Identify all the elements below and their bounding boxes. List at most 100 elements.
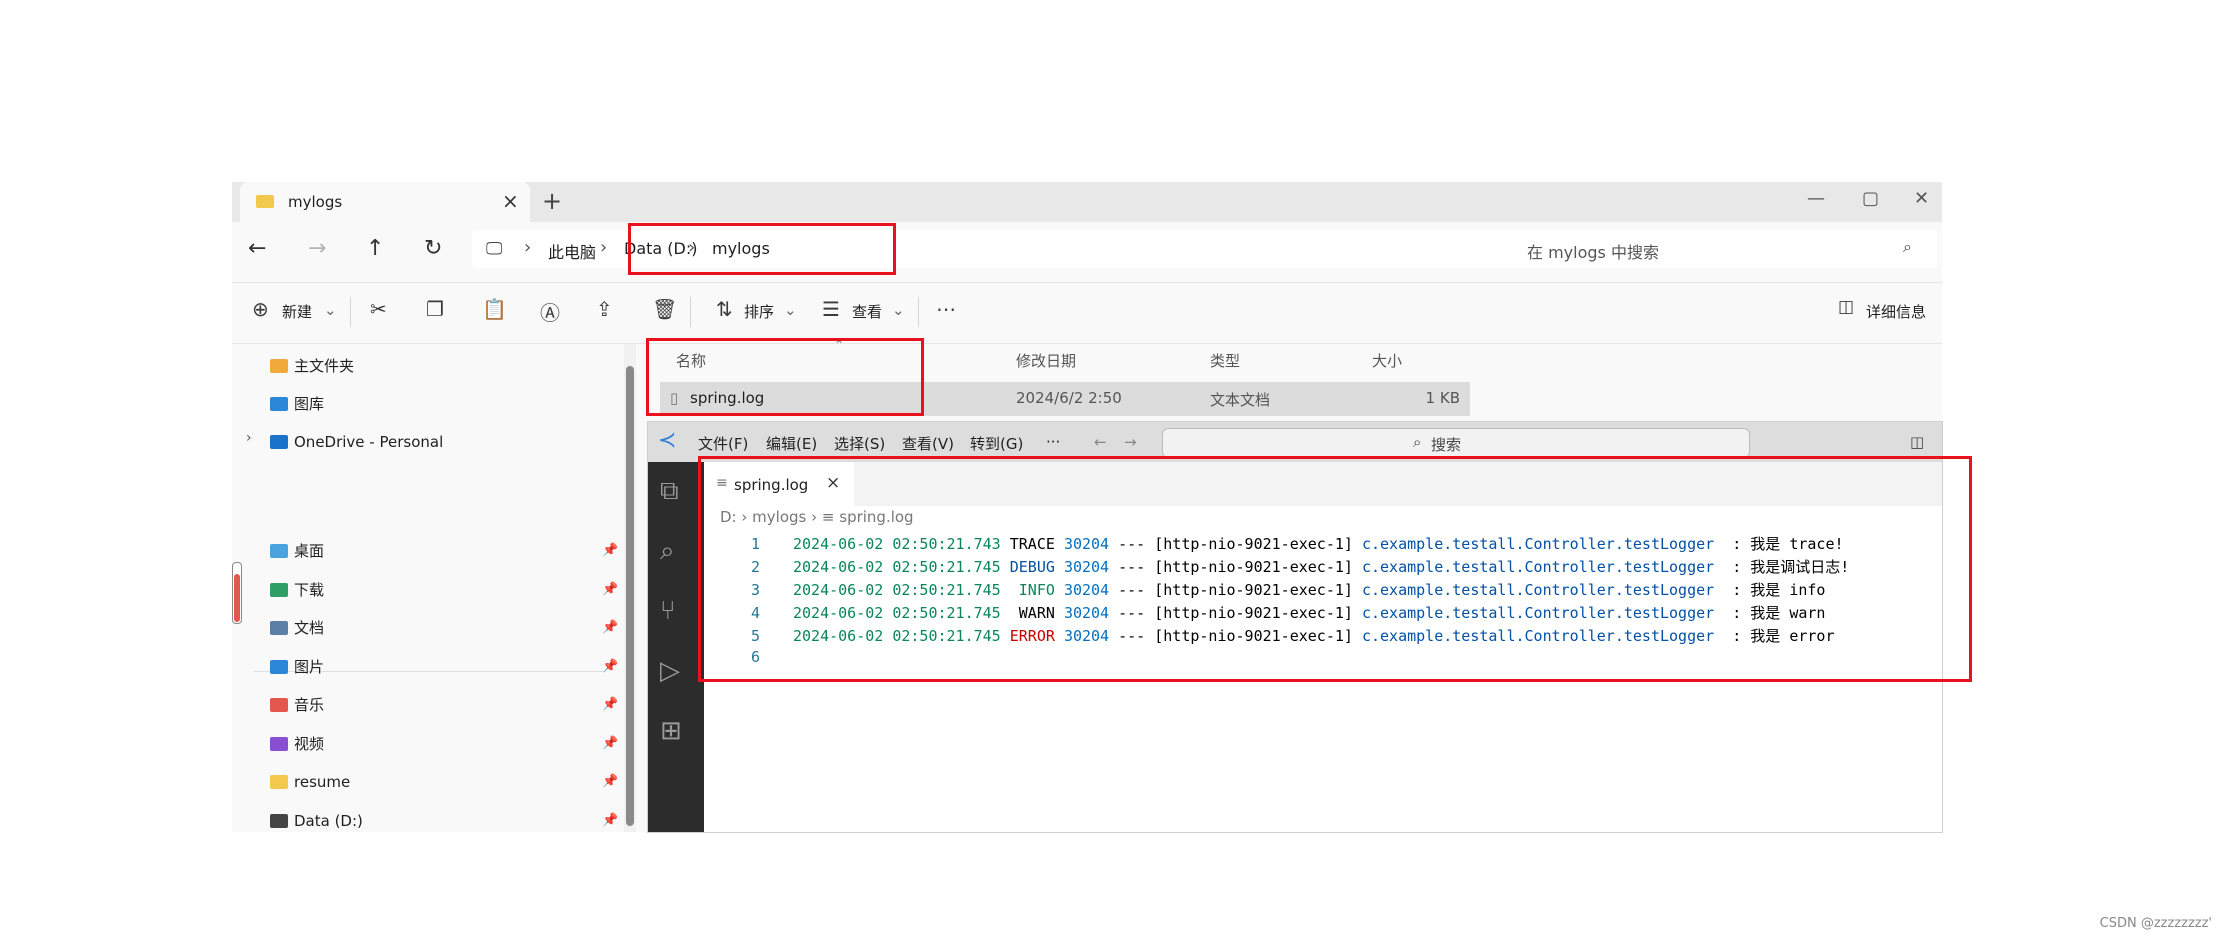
pin-icon[interactable]: 📌 bbox=[602, 543, 618, 558]
chevron-down-icon: ⌄ bbox=[784, 301, 797, 319]
folder-icon bbox=[256, 195, 274, 208]
navigation-bar: ← → ↑ ↻ 🖵 › 此电脑 › Data (D:) › mylogs 在 m… bbox=[232, 222, 1942, 280]
menu-view[interactable]: 查看(V) bbox=[902, 433, 954, 454]
command-toolbar: ⊕ 新建 ⌄ ✂ ❐ 📋 Ⓐ ⇪ 🗑 ⇅ 排序 ⌄ ☰ 查看 ⌄ ⋯ ◫ 详细信… bbox=[232, 282, 1942, 344]
toolbar-divider bbox=[690, 297, 691, 327]
pin-icon[interactable]: 📌 bbox=[602, 813, 618, 828]
details-pane-icon: ◫ bbox=[1838, 297, 1855, 317]
sort-button[interactable]: 排序 bbox=[744, 301, 774, 322]
cut-icon[interactable]: ✂ bbox=[370, 297, 387, 321]
menu-edit[interactable]: 编辑(E) bbox=[766, 433, 817, 454]
file-type: 文本文档 bbox=[1210, 391, 1271, 409]
menu-selection[interactable]: 选择(S) bbox=[834, 433, 885, 454]
sidebar-item-label: OneDrive - Personal bbox=[294, 433, 444, 451]
more-options-icon[interactable]: ⋯ bbox=[936, 297, 956, 321]
new-icon: ⊕ bbox=[252, 297, 269, 321]
run-debug-icon[interactable]: ▷ bbox=[660, 656, 680, 686]
pin-icon[interactable]: 📌 bbox=[602, 774, 618, 789]
back-arrow-icon[interactable]: ← bbox=[248, 236, 266, 261]
file-modified: 2024/6/2 2:50 bbox=[1016, 389, 1122, 407]
vscode-logo-icon: ≺ bbox=[658, 428, 677, 453]
breadcrumb-this-pc[interactable]: 此电脑 bbox=[548, 239, 596, 263]
videos-icon bbox=[270, 736, 288, 751]
forward-arrow-icon[interactable]: → bbox=[308, 236, 326, 261]
sort-icon: ⇅ bbox=[716, 297, 733, 321]
refresh-icon[interactable]: ↻ bbox=[424, 236, 442, 261]
sidebar-item-label: 音乐 bbox=[294, 696, 325, 714]
new-button[interactable]: 新建 bbox=[282, 301, 312, 322]
details-button[interactable]: 详细信息 bbox=[1866, 301, 1926, 322]
sidebar-item-videos[interactable]: 视频 bbox=[270, 732, 324, 756]
delete-icon[interactable]: 🗑 bbox=[652, 297, 677, 321]
sidebar-item-label: 主文件夹 bbox=[294, 357, 355, 375]
drive-icon bbox=[270, 813, 288, 828]
command-center-label: 搜索 bbox=[1431, 436, 1462, 454]
explorer-files-icon[interactable]: ⧉ bbox=[660, 476, 679, 507]
desktop-icon bbox=[270, 544, 288, 558]
watermark: CSDN @zzzzzzzz' bbox=[2099, 916, 2212, 931]
source-control-icon[interactable]: ⑂ bbox=[660, 596, 676, 626]
copy-icon[interactable]: ❐ bbox=[426, 297, 444, 321]
sidebar-item-drive[interactable]: Data (D:) bbox=[270, 809, 363, 833]
rename-icon[interactable]: Ⓐ bbox=[540, 297, 560, 326]
sidebar-item-home[interactable]: 主文件夹 bbox=[270, 354, 354, 378]
chevron-right-icon[interactable]: › bbox=[246, 430, 252, 446]
temperature-gauge bbox=[232, 562, 242, 624]
pin-icon[interactable]: 📌 bbox=[602, 620, 618, 635]
sidebar-item-onedrive[interactable]: OneDrive - Personal bbox=[270, 430, 443, 454]
view-button[interactable]: 查看 bbox=[852, 301, 882, 322]
toolbar-divider bbox=[918, 297, 919, 327]
highlight-box-file bbox=[646, 338, 924, 416]
pin-icon[interactable]: 📌 bbox=[602, 736, 618, 751]
column-header-modified[interactable]: 修改日期 bbox=[1016, 350, 1076, 371]
paste-icon[interactable]: 📋 bbox=[482, 297, 507, 321]
close-tab-icon[interactable]: × bbox=[502, 189, 519, 213]
close-window-button[interactable]: ✕ bbox=[1914, 188, 1929, 209]
documents-icon bbox=[270, 621, 288, 635]
folder-icon bbox=[270, 775, 288, 789]
search-icon: ⌕ bbox=[1413, 433, 1422, 451]
column-header-size[interactable]: 大小 bbox=[1372, 350, 1402, 371]
minimize-button[interactable]: — bbox=[1807, 188, 1825, 209]
menu-go[interactable]: 转到(G) bbox=[970, 433, 1023, 454]
search-icon[interactable]: ⌕ bbox=[660, 536, 675, 567]
extensions-icon[interactable]: ⊞ bbox=[660, 716, 682, 746]
sidebar-item-music[interactable]: 音乐 bbox=[270, 693, 324, 717]
sidebar-item-download[interactable]: 下载 bbox=[270, 578, 324, 602]
back-arrow-icon[interactable]: ← bbox=[1094, 433, 1107, 451]
sidebar-item-label: 图库 bbox=[294, 395, 325, 413]
pin-icon[interactable]: 📌 bbox=[602, 659, 618, 674]
gallery-icon bbox=[270, 397, 288, 411]
sidebar-item-pictures[interactable]: 图片 bbox=[270, 655, 324, 679]
up-arrow-icon[interactable]: ↑ bbox=[366, 236, 384, 261]
pin-icon[interactable]: 📌 bbox=[602, 697, 618, 712]
music-icon bbox=[270, 698, 288, 712]
toggle-sidebar-icon[interactable]: ◫ bbox=[1910, 433, 1924, 451]
sidebar-item-label: 下载 bbox=[294, 580, 325, 599]
sidebar-item-desktop[interactable]: 桌面 bbox=[270, 539, 324, 563]
command-center-search[interactable]: ⌕ 搜索 bbox=[1162, 428, 1750, 458]
menu-more[interactable]: ··· bbox=[1046, 433, 1060, 451]
gauge-level bbox=[234, 574, 240, 622]
sidebar-item-folder[interactable]: resume bbox=[270, 770, 350, 794]
toolbar-divider bbox=[350, 297, 351, 327]
tab-mylogs[interactable]: mylogs × bbox=[240, 182, 530, 222]
column-header-type[interactable]: 类型 bbox=[1210, 350, 1240, 371]
sidebar-item-label: resume bbox=[294, 773, 351, 791]
sidebar-item-documents[interactable]: 文档 bbox=[270, 616, 324, 640]
menu-file[interactable]: 文件(F) bbox=[698, 433, 748, 454]
activity-bar: ⧉ ⌕ ⑂ ▷ ⊞ bbox=[648, 462, 704, 832]
chevron-right-icon: › bbox=[600, 237, 608, 258]
sidebar-item-gallery[interactable]: 图库 bbox=[270, 392, 324, 416]
pictures-icon bbox=[270, 659, 288, 674]
maximize-button[interactable]: ▢ bbox=[1862, 188, 1879, 209]
scrollbar-thumb[interactable] bbox=[626, 366, 634, 826]
forward-arrow-icon[interactable]: → bbox=[1124, 433, 1137, 451]
download-icon bbox=[270, 582, 288, 597]
sidebar-item-label: 图片 bbox=[294, 657, 325, 676]
computer-icon: 🖵 bbox=[486, 239, 503, 259]
pin-icon[interactable]: 📌 bbox=[602, 582, 618, 597]
share-icon[interactable]: ⇪ bbox=[596, 297, 613, 321]
new-tab-button[interactable]: + bbox=[542, 187, 562, 215]
search-box[interactable]: 在 mylogs 中搜索 ⌕ bbox=[1517, 230, 1937, 268]
